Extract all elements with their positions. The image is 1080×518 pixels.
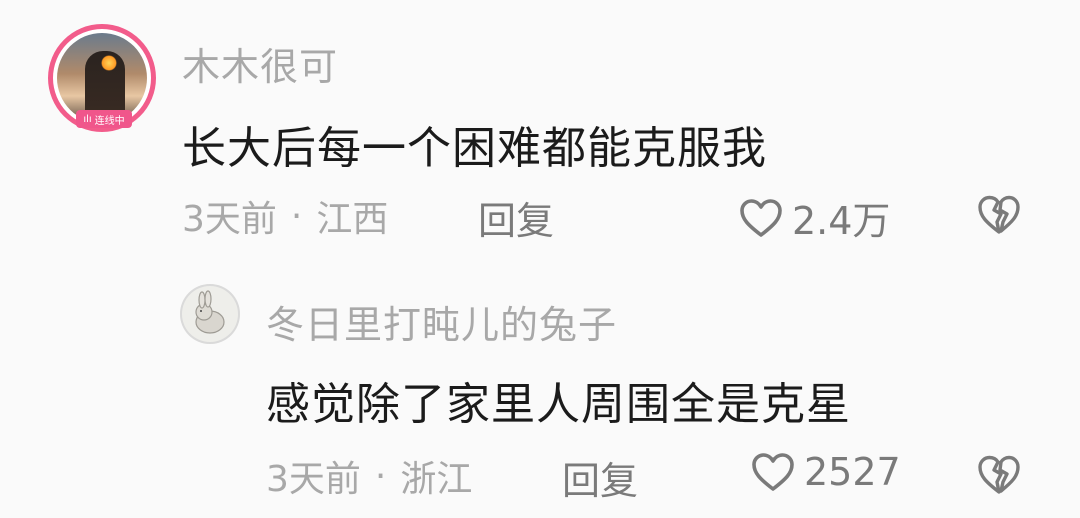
like-count: 2.4万	[792, 199, 891, 243]
rabbit-icon	[195, 290, 225, 334]
location: 浙江	[400, 459, 473, 500]
live-badge[interactable]: ılı 连线中	[76, 110, 132, 128]
comment-meta: 3天前 · 浙江	[266, 450, 472, 502]
comment-item: 冬日里打盹儿的兔子 感觉除了家里人周围全是克星 3天前 · 浙江 回复 2527	[0, 270, 1080, 518]
username[interactable]: 冬日里打盹儿的兔子	[266, 294, 617, 349]
live-badge-label: 连线中	[94, 115, 125, 127]
avatar[interactable]	[180, 284, 240, 344]
timestamp: 3天前	[266, 459, 361, 500]
location: 江西	[316, 199, 389, 240]
comment-meta: 3天前 · 江西	[182, 190, 388, 242]
username[interactable]: 木木很可	[182, 36, 338, 91]
broken-heart-icon[interactable]	[976, 192, 1022, 238]
comment-text: 长大后每一个困难都能克服我	[182, 123, 767, 174]
timestamp: 3天前	[182, 199, 277, 240]
broken-heart-icon[interactable]	[976, 452, 1022, 498]
reply-button[interactable]: 回复	[478, 190, 554, 245]
separator-dot: ·	[374, 455, 387, 497]
separator-dot: ·	[290, 195, 303, 237]
comment-item: ılı 连线中 木木很可 长大后每一个困难都能克服我 3天前 · 江西 回复 2…	[0, 0, 1080, 260]
like-button[interactable]: 2.4万	[738, 190, 890, 245]
heart-icon	[740, 198, 782, 237]
like-count: 2527	[804, 450, 901, 494]
light-glow	[101, 55, 117, 71]
comment-text: 感觉除了家里人周围全是克星	[266, 379, 851, 430]
heart-icon	[752, 453, 794, 491]
reply-button[interactable]: 回复	[562, 450, 638, 505]
like-button[interactable]: 2527	[750, 450, 901, 494]
live-icon: ılı	[83, 113, 92, 125]
